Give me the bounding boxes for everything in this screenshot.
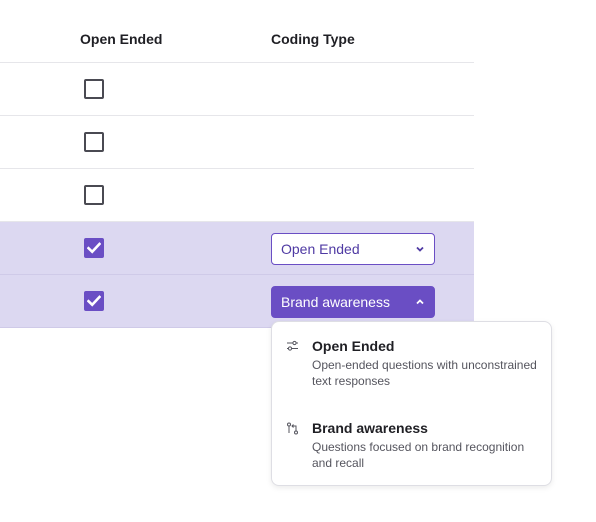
table-row: Open Ended xyxy=(0,222,474,275)
menu-option-description: Questions focused on brand recognition a… xyxy=(312,440,525,470)
open-ended-checkbox[interactable] xyxy=(84,79,104,99)
menu-option-title: Brand awareness xyxy=(312,420,428,436)
sliders-icon xyxy=(287,340,298,351)
open-ended-checkbox[interactable] xyxy=(84,132,104,152)
table-header: Open Ended Coding Type xyxy=(0,0,474,63)
checkmark-icon xyxy=(87,295,101,307)
chevron-down-icon xyxy=(416,246,424,252)
open-ended-checkbox[interactable] xyxy=(84,185,104,205)
open-ended-checkbox[interactable] xyxy=(84,238,104,258)
coding-type-dropdown-menu: Open Ended Open-ended questions with unc… xyxy=(271,321,552,486)
menu-option-brand-awareness[interactable]: Brand awareness Questions focused on bra… xyxy=(272,416,551,486)
chevron-up-icon xyxy=(416,299,424,305)
coding-type-value: Brand awareness xyxy=(281,294,390,310)
menu-option-title: Open Ended xyxy=(312,338,395,354)
table-row xyxy=(0,169,474,222)
coding-type-value: Open Ended xyxy=(281,241,360,257)
header-coding-type: Coding Type xyxy=(271,31,355,47)
header-open-ended: Open Ended xyxy=(80,31,163,47)
coding-type-select[interactable]: Brand awareness xyxy=(271,286,435,318)
table-row xyxy=(0,116,474,169)
git-compare-icon xyxy=(287,422,298,435)
coding-table: Open Ended Coding Type Open Ended Brand … xyxy=(0,0,474,328)
checkmark-icon xyxy=(87,242,101,254)
open-ended-checkbox[interactable] xyxy=(84,291,104,311)
coding-type-select[interactable]: Open Ended xyxy=(271,233,435,265)
table-row xyxy=(0,63,474,116)
menu-option-open-ended[interactable]: Open Ended Open-ended questions with unc… xyxy=(272,334,551,404)
menu-option-description: Open-ended questions with unconstrained … xyxy=(312,358,537,388)
